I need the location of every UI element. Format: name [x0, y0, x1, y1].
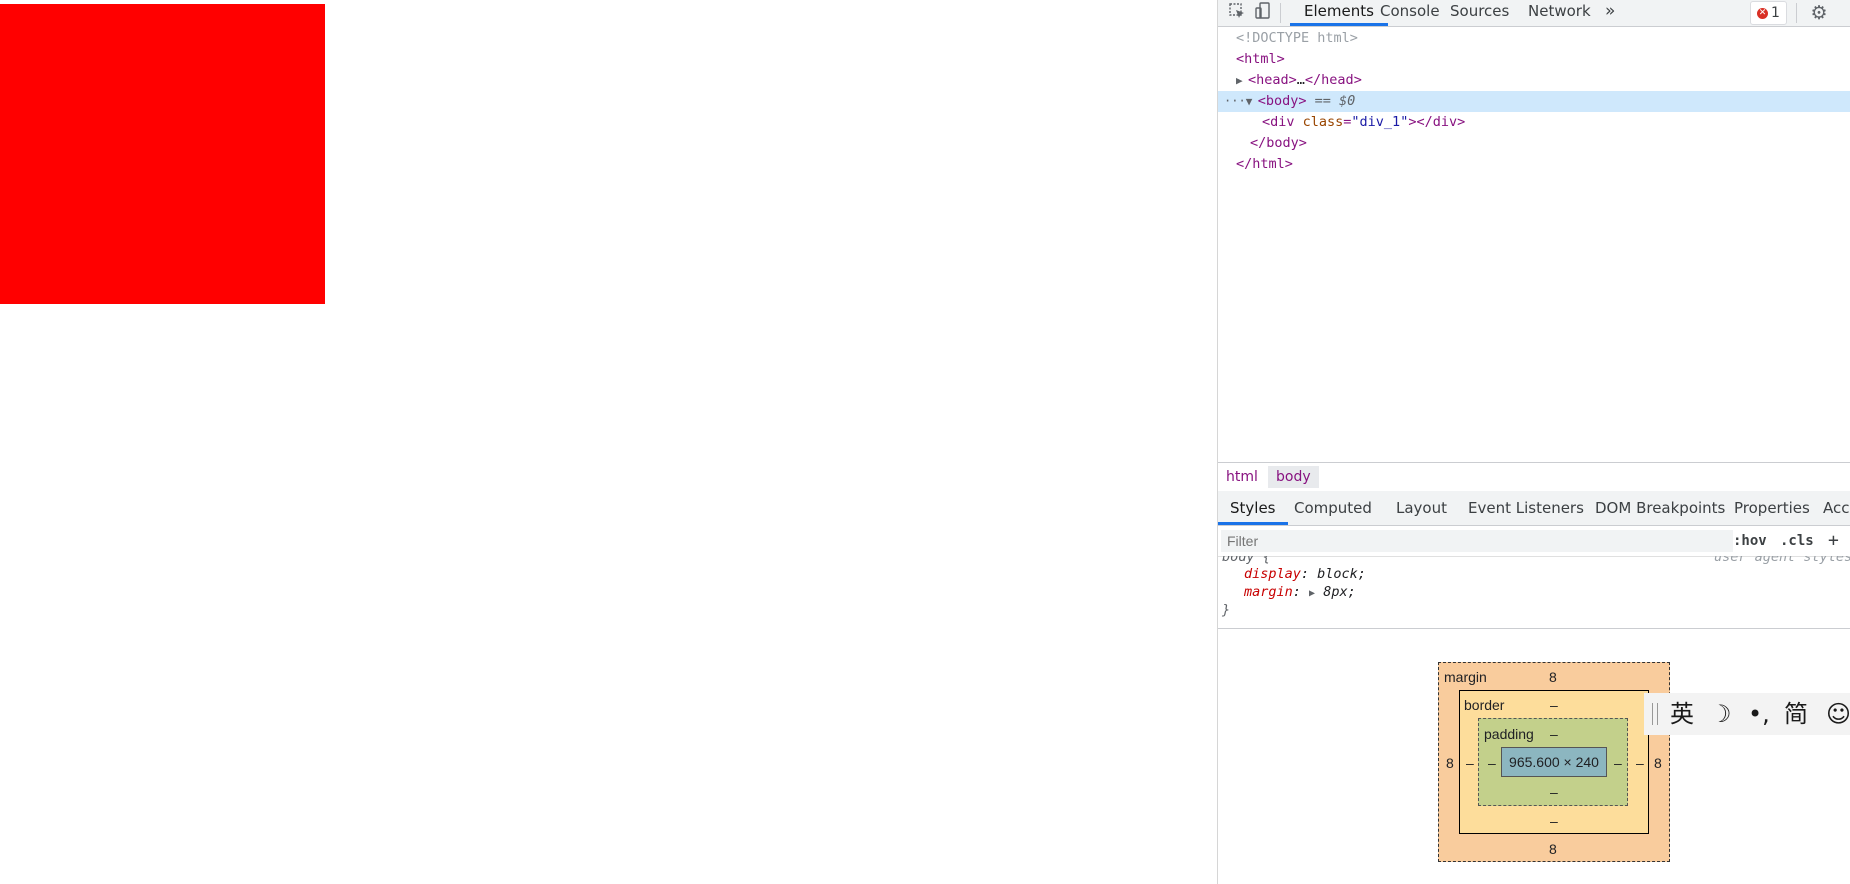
- moon-icon[interactable]: ☽: [1710, 697, 1732, 731]
- dom-body-selected[interactable]: ···▼ <body> == $0: [1218, 91, 1850, 112]
- breadcrumb: html body: [1218, 462, 1850, 492]
- display-value: block;: [1317, 566, 1366, 582]
- collapse-arrow-icon[interactable]: ▼: [1246, 91, 1258, 112]
- new-style-rule-button[interactable]: +: [1828, 530, 1839, 552]
- head-close-tag: </head>: [1304, 72, 1362, 88]
- tab-styles[interactable]: Styles: [1218, 491, 1288, 525]
- settings-gear-icon[interactable]: ⚙: [1808, 2, 1830, 24]
- attr-value: "div_1": [1351, 114, 1409, 130]
- attr-name: class: [1302, 114, 1344, 130]
- page-viewport: [0, 0, 1217, 884]
- ime-drag-handle[interactable]: [1652, 703, 1658, 725]
- padding-left-value[interactable]: –: [1488, 754, 1496, 772]
- body-open-tag: <body>: [1257, 93, 1307, 109]
- box-model-content[interactable]: 965.600 × 240: [1501, 747, 1607, 777]
- head-ellipsis: …: [1296, 72, 1305, 88]
- html-open-tag: <html>: [1236, 51, 1285, 67]
- tab-computed[interactable]: Computed: [1282, 491, 1384, 525]
- tab-properties[interactable]: Properties: [1722, 491, 1822, 525]
- tab-accessibility[interactable]: Acces: [1811, 491, 1850, 525]
- red-div-box: [0, 4, 325, 304]
- dom-tree: <!DOCTYPE html> <html> ▶ <head>…</head> ·…: [1218, 28, 1850, 462]
- breadcrumb-body[interactable]: body: [1268, 466, 1319, 488]
- device-toolbar-icon[interactable]: [1252, 2, 1274, 24]
- border-label: border: [1464, 697, 1505, 713]
- expand-arrow-icon[interactable]: ▶: [1309, 588, 1315, 599]
- body-close-tag: </body>: [1250, 135, 1307, 151]
- div-open-tag: <div: [1262, 114, 1303, 130]
- more-tabs-button[interactable]: »: [1591, 0, 1629, 26]
- punctuation-toggle[interactable]: •,: [1748, 697, 1770, 731]
- ime-toolbar: 英 ☽ •, 简 ☺: [1644, 693, 1850, 735]
- sidebar-tabs: Styles Computed Layout Event Listeners D…: [1218, 491, 1850, 526]
- padding-label: padding: [1484, 726, 1534, 742]
- breadcrumb-html[interactable]: html: [1218, 466, 1266, 488]
- border-right-value[interactable]: –: [1636, 754, 1644, 772]
- border-top-value[interactable]: –: [1550, 696, 1558, 714]
- dom-div[interactable]: <div class="div_1"></div>: [1262, 112, 1465, 133]
- devtools-panel: Elements Console Sources Network » ✕ 1 ⚙ …: [1217, 0, 1850, 884]
- dom-body-close[interactable]: </body>: [1250, 133, 1307, 154]
- error-count: 1: [1771, 5, 1780, 21]
- error-icon: ✕: [1757, 7, 1768, 19]
- rule-margin-decl[interactable]: margin: ▶ 8px;: [1244, 583, 1356, 601]
- margin-left-value[interactable]: 8: [1446, 754, 1454, 772]
- toolbar-divider: [1796, 3, 1797, 23]
- ime-language-toggle[interactable]: 英: [1670, 697, 1694, 731]
- tab-layout[interactable]: Layout: [1384, 491, 1459, 525]
- class-toggle-button[interactable]: .cls: [1780, 530, 1814, 552]
- margin-label: margin: [1444, 669, 1487, 685]
- row-menu-dots[interactable]: ···: [1224, 94, 1246, 108]
- styles-filter-input[interactable]: [1221, 530, 1733, 552]
- padding-top-value[interactable]: –: [1550, 725, 1558, 743]
- ime-simplified-toggle[interactable]: 简: [1784, 697, 1808, 731]
- devtools-toolbar: Elements Console Sources Network » ✕ 1 ⚙: [1218, 0, 1850, 27]
- error-count-badge[interactable]: ✕ 1: [1750, 1, 1787, 25]
- selected-marker: == $0: [1306, 93, 1356, 109]
- padding-bottom-value[interactable]: –: [1550, 783, 1558, 801]
- margin-bottom-value[interactable]: 8: [1549, 840, 1557, 858]
- emoji-icon[interactable]: ☺: [1826, 697, 1850, 731]
- margin-top-value[interactable]: 8: [1549, 668, 1557, 686]
- dom-head[interactable]: ▶ <head>…</head>: [1236, 70, 1362, 91]
- toolbar-divider: [1280, 3, 1281, 23]
- padding-right-value[interactable]: –: [1614, 754, 1622, 772]
- margin-value: 8px;: [1323, 584, 1356, 600]
- doctype-text: <!DOCTYPE html>: [1236, 30, 1358, 46]
- rule-display-decl[interactable]: display: block;: [1244, 565, 1366, 583]
- hover-state-button[interactable]: :hov: [1733, 530, 1767, 552]
- inspect-element-icon[interactable]: [1226, 2, 1248, 24]
- div-close-tag: </div>: [1416, 114, 1466, 130]
- html-close-tag: </html>: [1236, 156, 1293, 172]
- expand-arrow-icon[interactable]: ▶: [1236, 70, 1248, 91]
- dom-html-open[interactable]: <html>: [1236, 49, 1285, 70]
- margin-right-value[interactable]: 8: [1654, 754, 1662, 772]
- dom-html-close[interactable]: </html>: [1236, 154, 1293, 175]
- tab-sources[interactable]: Sources: [1436, 0, 1523, 26]
- display-property: display: [1244, 566, 1301, 582]
- tab-dom-breakpoints[interactable]: DOM Breakpoints: [1583, 491, 1737, 525]
- head-open-tag: <head>: [1248, 72, 1297, 88]
- border-left-value[interactable]: –: [1466, 754, 1474, 772]
- dom-doctype[interactable]: <!DOCTYPE html>: [1236, 28, 1358, 49]
- tab-event-listeners[interactable]: Event Listeners: [1456, 491, 1596, 525]
- margin-property: margin: [1244, 584, 1293, 600]
- rule-source: user agent styles: [1714, 556, 1850, 565]
- styles-filter-bar: :hov .cls +: [1218, 526, 1850, 557]
- rule-close: }: [1222, 602, 1231, 618]
- border-bottom-value[interactable]: –: [1550, 812, 1558, 830]
- styles-pane: body { user agent styles display: block;…: [1218, 556, 1850, 629]
